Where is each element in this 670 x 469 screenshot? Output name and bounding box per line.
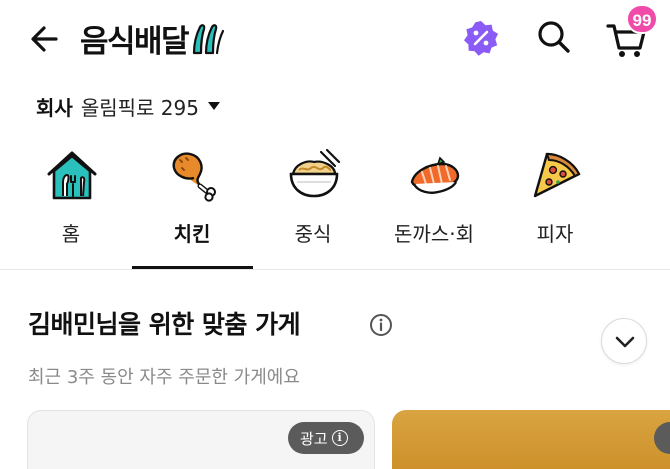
section-title: 김배민님을 위한 맞춤 가게	[28, 310, 301, 339]
store-card[interactable]	[392, 410, 670, 469]
noodle-bowl-icon	[289, 148, 341, 198]
pizza-slice-icon	[533, 152, 581, 198]
discount-promo-icon[interactable]	[462, 19, 500, 57]
more-categories-button[interactable]	[601, 318, 647, 364]
cart-count-badge: 99	[626, 4, 658, 34]
category-tab-pizza[interactable]: 피자	[495, 140, 615, 270]
chevron-down-icon	[615, 336, 635, 348]
page-title: 음식배달	[80, 23, 190, 60]
ad-label: 광고	[300, 429, 328, 448]
category-label: 돈까스·회	[394, 222, 474, 246]
page-title-wrap: 음식배달	[80, 16, 226, 60]
category-tabs: 홈 치킨 중식 돈까스·회 피자	[0, 140, 670, 364]
category-tab-chinese[interactable]: 중식	[253, 140, 373, 270]
category-tab-chicken[interactable]: 치킨	[132, 140, 252, 270]
section-subtitle: 최근 3주 동안 자주 주문한 가게에요	[28, 367, 300, 388]
salmon-sushi-icon	[410, 156, 460, 194]
chicken-leg-icon	[172, 152, 216, 202]
caret-down-icon	[207, 102, 220, 110]
address-selector[interactable]: 회사 올림픽로 295	[36, 90, 221, 122]
address-label: 회사	[36, 95, 73, 120]
category-label: 홈	[61, 222, 81, 246]
category-label: 피자	[536, 222, 574, 246]
back-arrow-icon[interactable]	[26, 20, 64, 58]
ad-badge[interactable]: 광고 i	[288, 422, 364, 454]
address-value: 올림픽로 295	[80, 95, 199, 120]
category-label: 중식	[294, 222, 332, 246]
info-icon[interactable]	[369, 313, 393, 337]
home-fork-icon	[47, 151, 97, 200]
category-tab-tonkatsu-sashimi[interactable]: 돈까스·회	[374, 140, 494, 270]
category-label: 치킨	[173, 222, 211, 246]
tabs-divider	[0, 269, 670, 270]
search-icon[interactable]	[534, 17, 574, 57]
top-header: 음식배달 99	[0, 0, 670, 80]
ad-info-icon: i	[331, 430, 348, 446]
category-tab-home[interactable]: 홈	[11, 140, 131, 270]
utensils-logo-icon	[192, 24, 225, 55]
